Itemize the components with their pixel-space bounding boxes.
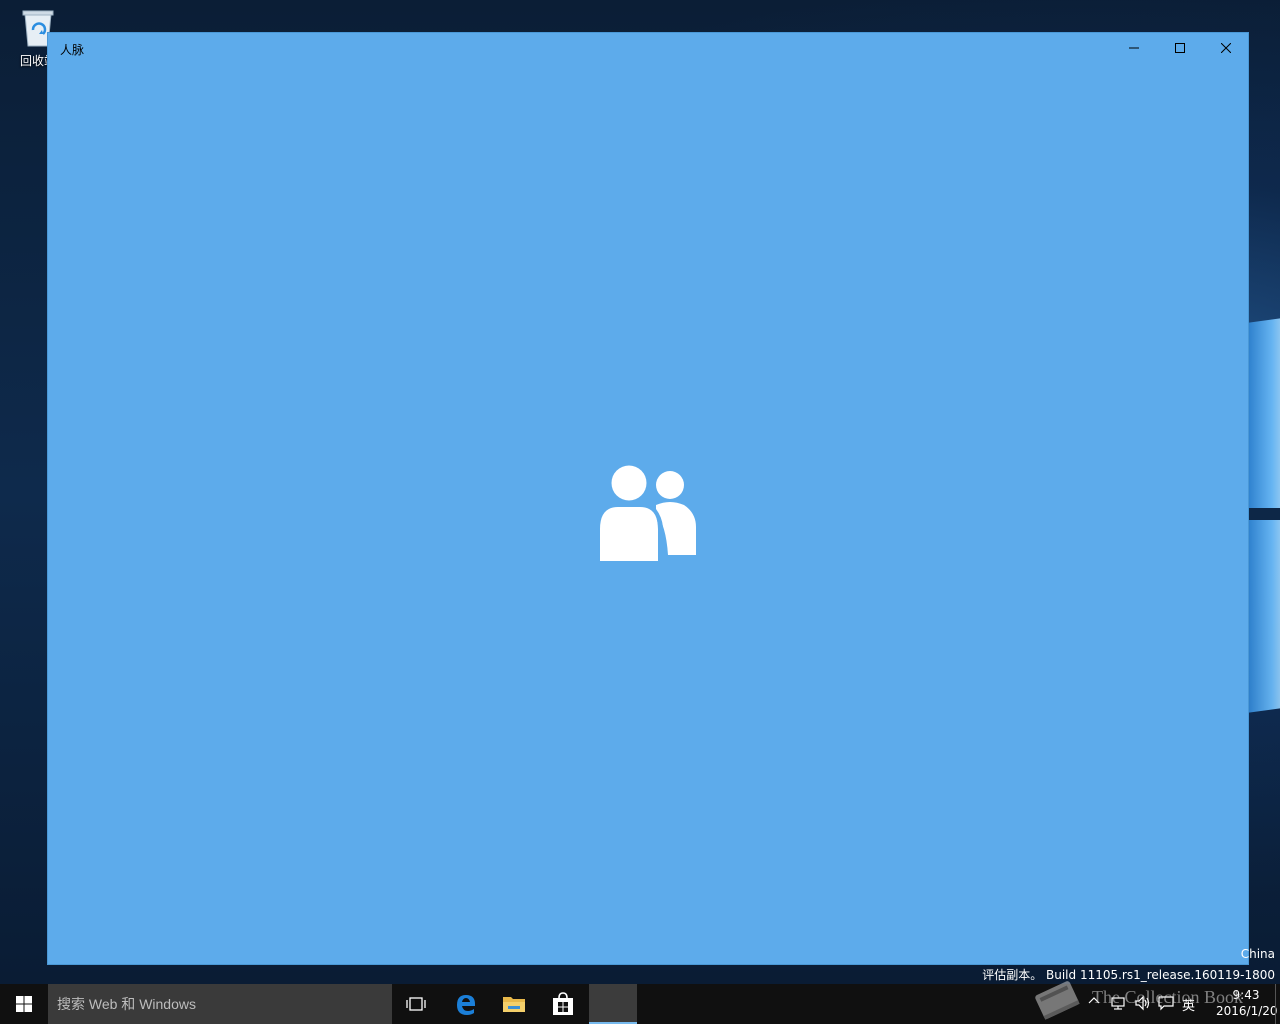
maximize-icon <box>1175 43 1185 53</box>
close-button[interactable] <box>1203 33 1249 63</box>
clock-time: 9:43 <box>1232 988 1260 1002</box>
edge-icon <box>457 995 475 1015</box>
input-language-indicator[interactable]: 英 <box>1182 995 1195 1014</box>
edge-button[interactable] <box>442 984 490 1024</box>
system-tray: 英 9:43 2016/1/20 <box>1080 984 1280 1024</box>
start-button[interactable] <box>0 984 48 1024</box>
title-bar[interactable]: 人脉 <box>48 33 1248 63</box>
close-icon <box>1221 43 1231 53</box>
people-app-window[interactable]: 人脉 <box>47 32 1249 965</box>
search-box[interactable]: 搜索 Web 和 Windows <box>48 984 392 1024</box>
watermark-build: 评估副本。 Build 11105.rs1_release.160119-180… <box>982 968 1275 982</box>
minimize-button[interactable] <box>1111 33 1157 63</box>
window-title: 人脉 <box>60 43 85 57</box>
network-icon[interactable] <box>1110 995 1126 1015</box>
volume-icon[interactable] <box>1134 995 1150 1015</box>
store-button[interactable] <box>539 984 587 1024</box>
show-hidden-icons-icon[interactable] <box>1088 995 1100 1011</box>
show-desktop-button[interactable] <box>1275 984 1280 1024</box>
watermark-region: China <box>1240 947 1275 961</box>
action-center-icon[interactable] <box>1158 995 1174 1015</box>
minimize-icon <box>1129 47 1139 49</box>
clock[interactable]: 9:43 2016/1/20 <box>1216 987 1278 1019</box>
search-placeholder: 搜索 Web 和 Windows <box>57 996 196 1012</box>
windows-logo-icon <box>16 996 32 1012</box>
clock-date: 2016/1/20 <box>1216 1004 1278 1018</box>
store-icon <box>553 992 573 1015</box>
file-explorer-icon <box>503 997 525 1012</box>
people-icon <box>600 465 698 563</box>
maximize-button[interactable] <box>1157 33 1203 63</box>
wallpaper-logo-gap <box>1248 508 1280 520</box>
task-view-icon <box>406 997 426 1011</box>
taskbar: 搜索 Web 和 Windows 英 9:43 2016/1/20 <box>0 984 1280 1024</box>
file-explorer-button[interactable] <box>490 984 538 1024</box>
task-view-button[interactable] <box>392 984 440 1024</box>
people-app-button[interactable] <box>589 984 637 1024</box>
